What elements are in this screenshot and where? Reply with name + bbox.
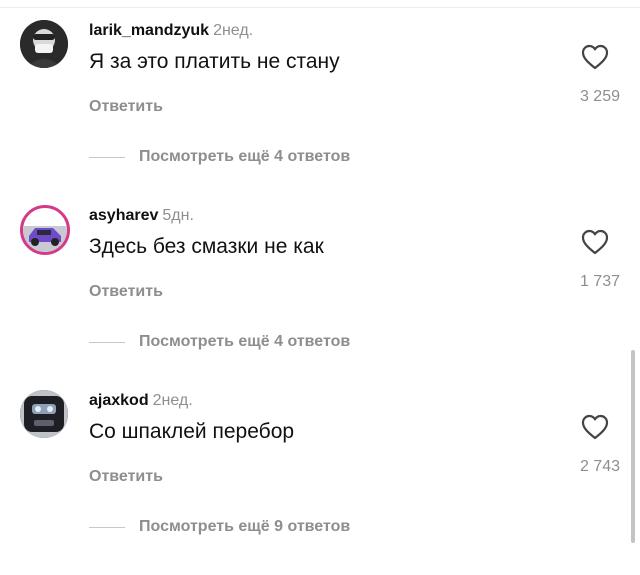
like-count: 2 743 — [579, 458, 620, 475]
reply-button[interactable]: Ответить — [89, 283, 163, 301]
masked-person-avatar-icon — [20, 20, 68, 68]
comment-header: ajaxkod 2нед. — [89, 392, 193, 410]
car-avatar-icon — [23, 208, 67, 252]
username[interactable]: asyharev — [89, 207, 158, 224]
view-replies[interactable]: Посмотреть ещё 4 ответов — [89, 148, 350, 166]
view-replies[interactable]: Посмотреть ещё 4 ответов — [89, 333, 350, 351]
reply-button[interactable]: Ответить — [89, 98, 163, 116]
view-replies-label[interactable]: Посмотреть ещё 4 ответов — [139, 148, 350, 166]
view-replies-label[interactable]: Посмотреть ещё 9 ответов — [139, 518, 350, 536]
like-count: 3 259 — [579, 88, 620, 105]
reply-button[interactable]: Ответить — [89, 468, 163, 486]
scrollbar[interactable] — [631, 350, 635, 543]
robot-avatar-icon — [20, 390, 68, 438]
comment-header: asyharev 5дн. — [89, 207, 194, 225]
comment-text: Здесь без смазки не как — [89, 235, 324, 258]
timestamp: 2нед. — [152, 392, 193, 409]
avatar[interactable] — [20, 20, 68, 68]
like-button[interactable] — [581, 229, 609, 255]
replies-divider — [89, 526, 125, 528]
avatar[interactable] — [20, 205, 70, 255]
comment-text: Я за это платить не стану — [89, 50, 340, 73]
timestamp: 2нед. — [213, 22, 254, 39]
heart-icon — [581, 414, 609, 440]
comment-header: larik_mandzyuk 2нед. — [89, 22, 253, 40]
username[interactable]: ajaxkod — [89, 392, 149, 409]
comment-item: asyharev 5дн. Здесь без смазки не как Отв… — [0, 205, 640, 390]
view-replies-label[interactable]: Посмотреть ещё 4 ответов — [139, 333, 350, 351]
like-count: 1 737 — [579, 273, 620, 290]
timestamp: 5дн. — [162, 207, 194, 224]
like-button[interactable] — [581, 44, 609, 70]
like-button[interactable] — [581, 414, 609, 440]
top-divider — [0, 7, 640, 8]
replies-divider — [89, 341, 125, 343]
comment-item: ajaxkod 2нед. Со шпаклей перебор Ответить… — [0, 390, 640, 575]
view-replies[interactable]: Посмотреть ещё 9 ответов — [89, 518, 350, 536]
avatar[interactable] — [20, 390, 68, 438]
heart-icon — [581, 229, 609, 255]
comment-item: larik_mandzyuk 2нед. Я за это платить не … — [0, 20, 640, 205]
username[interactable]: larik_mandzyuk — [89, 22, 209, 39]
heart-icon — [581, 44, 609, 70]
replies-divider — [89, 156, 125, 158]
comment-text: Со шпаклей перебор — [89, 420, 295, 443]
